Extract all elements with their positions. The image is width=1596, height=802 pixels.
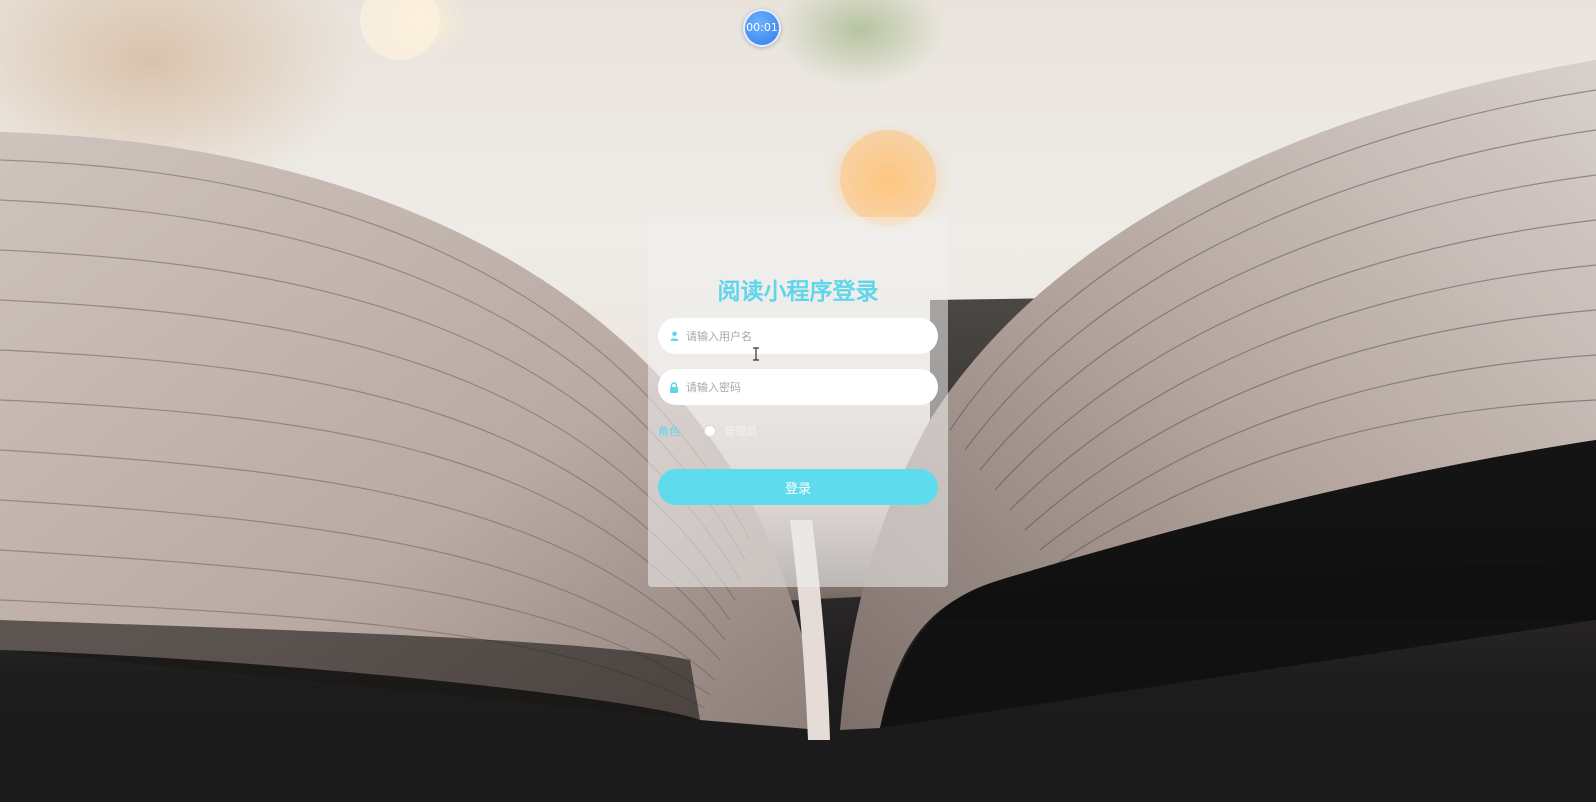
role-label: 角色 bbox=[658, 425, 680, 438]
login-panel: 阅读小程序登录 角色 管理员 登录 bbox=[648, 217, 948, 587]
recording-timer: 00:01 bbox=[743, 9, 781, 47]
lock-icon bbox=[668, 381, 680, 393]
role-option-admin-label[interactable]: 管理员 bbox=[724, 423, 757, 439]
text-cursor-icon bbox=[752, 346, 760, 361]
password-input[interactable] bbox=[686, 380, 926, 394]
login-button[interactable]: 登录 bbox=[658, 469, 938, 505]
username-input[interactable] bbox=[686, 329, 926, 343]
username-field[interactable] bbox=[658, 318, 938, 354]
role-selector: 角色 管理员 bbox=[658, 423, 757, 439]
login-title: 阅读小程序登录 bbox=[717, 279, 879, 305]
role-radio-admin[interactable] bbox=[704, 425, 716, 437]
user-icon bbox=[668, 330, 680, 342]
password-field[interactable] bbox=[658, 369, 938, 405]
